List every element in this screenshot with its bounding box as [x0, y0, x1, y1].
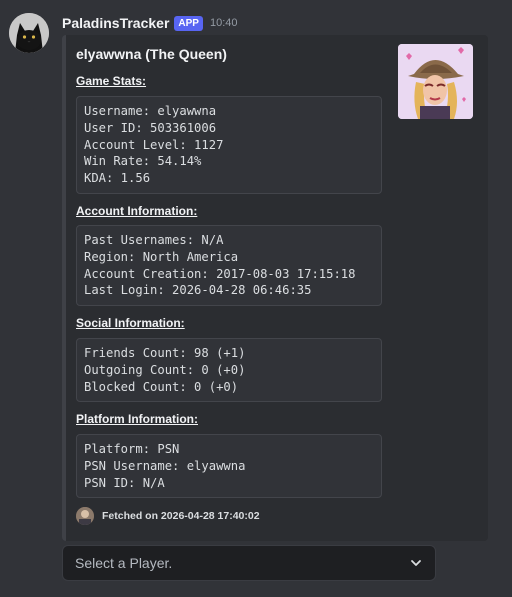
select-placeholder: Select a Player.	[75, 555, 173, 571]
game-stats-line: Account Level: 1127	[84, 137, 224, 152]
player-select[interactable]: Select a Player.	[62, 545, 436, 581]
account-info-codeblock: Past Usernames: N/A Region: North Americ…	[76, 225, 382, 307]
embed-title: elyawwna (The Queen)	[76, 46, 227, 62]
game-stats-line: Win Rate: 54.14%	[84, 154, 202, 169]
bot-icon	[76, 507, 94, 525]
platform-info-codeblock: Platform: PSN PSN Username: elyawwna PSN…	[76, 434, 382, 499]
author-name[interactable]: PaladinsTracker	[62, 15, 169, 31]
champion-thumbnail[interactable]	[398, 44, 473, 119]
app-badge: APP	[174, 15, 203, 31]
social-info-title: Social Information:	[76, 316, 185, 330]
platform-info-line: PSN Username: elyawwna	[84, 458, 246, 473]
game-stats-title: Game Stats:	[76, 74, 147, 88]
account-info-line: Account Creation: 2017-08-03 17:15:18	[84, 266, 356, 281]
black-cat-avatar-icon	[9, 13, 49, 53]
player-embed: elyawwna (The Queen) Game Stats: Usernam…	[62, 35, 488, 541]
account-info-line: Past Usernames: N/A	[84, 233, 224, 247]
game-stats-line: KDA: 1.56	[84, 171, 151, 186]
social-info-codeblock: Friends Count: 98 (+1) Outgoing Count: 0…	[76, 338, 382, 403]
message-header: PaladinsTracker APP 10:40	[62, 12, 238, 34]
game-stats-codeblock: Username: elyawwna User ID: 503361006 Ac…	[76, 96, 382, 194]
account-info-title: Account Information:	[76, 204, 198, 218]
platform-info-title: Platform Information:	[76, 412, 198, 426]
social-info-line: Blocked Count: 0 (+0)	[84, 379, 239, 394]
embed-footer: Fetched on 2026-04-28 17:40:02	[76, 506, 260, 526]
account-info-line: Last Login: 2026-04-28 06:46:35	[84, 283, 312, 298]
game-stats-line: User ID: 503361006	[84, 120, 217, 135]
social-info-line: Friends Count: 98 (+1)	[84, 346, 246, 360]
chevron-down-icon	[411, 560, 421, 566]
footer-text: Fetched on 2026-04-28 17:40:02	[102, 510, 260, 522]
platform-info-line: Platform: PSN	[84, 442, 180, 456]
bot-message: PaladinsTracker APP 10:40 elyawwna (The …	[0, 0, 512, 597]
champion-portrait-icon	[398, 44, 473, 119]
game-stats-line: Username: elyawwna	[84, 104, 217, 118]
account-info-line: Region: North America	[84, 249, 239, 264]
message-timestamp[interactable]: 10:40	[210, 17, 238, 29]
platform-info-line: PSN ID: N/A	[84, 475, 165, 490]
bot-avatar[interactable]	[9, 13, 49, 53]
social-info-line: Outgoing Count: 0 (+0)	[84, 362, 246, 377]
